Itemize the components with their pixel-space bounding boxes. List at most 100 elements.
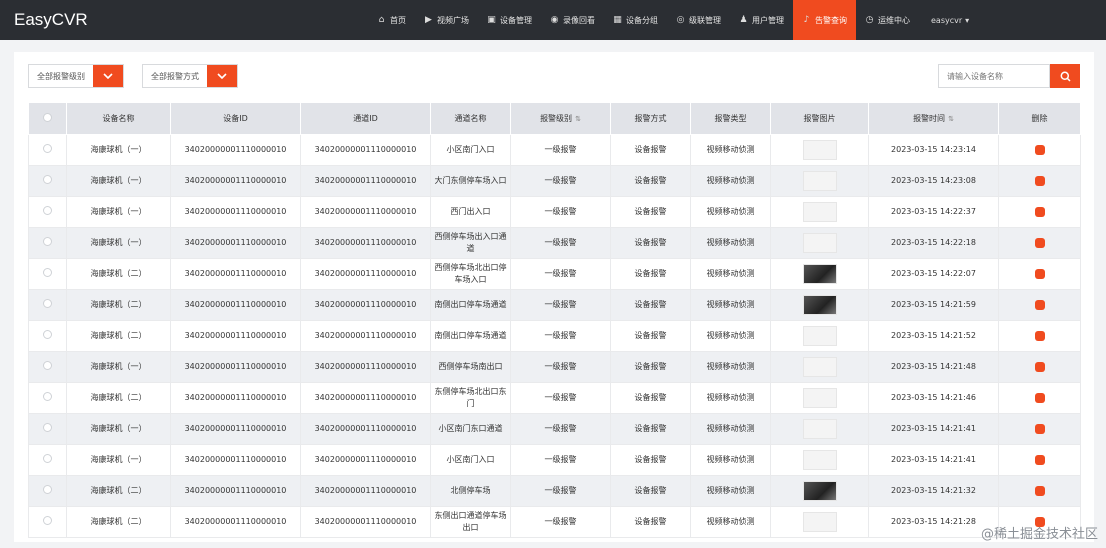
grid-icon: ▦ [613,14,622,25]
nav-item-0[interactable]: ⌂ 首页 [368,0,415,40]
sort-icon[interactable]: ⇅ [575,115,581,123]
table-row[interactable]: 海康球机（一） 34020000001110000010 3402000000111… [28,444,1081,476]
alarm-snapshot[interactable] [802,264,837,284]
filter-bar: 全部报警级别 全部报警方式 [28,64,238,88]
nav-item-7[interactable]: ♪ 告警查询 [793,0,856,40]
app-logo[interactable]: EasyCVR [14,10,354,30]
alarm-snapshot[interactable] [802,357,837,377]
alarm-snapshot[interactable] [802,512,837,532]
row-checkbox[interactable] [43,205,52,215]
row-select-cell [28,475,67,507]
cell-method: 设备报警 [610,444,691,476]
cell-level: 一级报警 [510,444,611,476]
row-checkbox[interactable] [43,360,52,370]
alarm-snapshot[interactable] [802,450,837,470]
select-all-header[interactable] [28,102,67,135]
cell-type: 视频移动侦测 [690,258,771,290]
cell-channel-id: 34020000001110000010 [300,475,431,507]
nav-item-6[interactable]: ♟ 用户管理 [730,0,793,40]
nav-item-5[interactable]: ◎ 级联管理 [667,0,730,40]
alarm-snapshot[interactable] [802,481,837,501]
select-all-checkbox[interactable] [43,113,52,122]
row-checkbox[interactable] [43,329,52,339]
row-checkbox[interactable] [43,391,52,401]
alarm-snapshot[interactable] [802,233,837,253]
column-header-label: 报警时间 [913,114,946,123]
cell-method: 设备报警 [610,413,691,445]
cell-type: 视频移动侦测 [690,444,771,476]
link-icon: ◎ [676,14,685,25]
delete-icon[interactable] [1034,268,1045,279]
alarm-snapshot[interactable] [802,295,837,315]
column-header: 删除 [998,102,1081,135]
delete-icon[interactable] [1034,299,1045,310]
nav-item-8[interactable]: ◷ 运维中心 [856,0,919,40]
row-checkbox[interactable] [43,267,52,277]
row-checkbox[interactable] [43,298,52,308]
cell-channel: 西侧停车场北出口停车场入口 [430,258,511,290]
search-input[interactable] [938,64,1050,88]
alarm-snapshot[interactable] [802,419,837,439]
row-checkbox[interactable] [43,484,52,494]
chevron-down-icon[interactable] [207,65,237,87]
cell-time: 2023-03-15 14:23:08 [868,165,999,197]
alarm-snapshot[interactable] [802,202,837,222]
column-header[interactable]: 报警级别 ⇅ [510,102,611,135]
cell-device-id: 34020000001110000010 [170,320,301,352]
table-row[interactable]: 海康球机（二） 34020000001110000010 3402000000111… [28,320,1081,352]
row-checkbox[interactable] [43,422,52,432]
row-checkbox[interactable] [43,453,52,463]
sort-icon[interactable]: ⇅ [948,115,954,123]
row-checkbox[interactable] [43,515,52,525]
row-checkbox[interactable] [43,143,52,153]
cell-channel: 北侧停车场 [430,475,511,507]
cell-image [770,444,869,476]
nav-item-1[interactable]: ▶ 视频广场 [415,0,478,40]
cell-channel-id: 34020000001110000010 [300,382,431,414]
table-row[interactable]: 海康球机（二） 34020000001110000010 3402000000111… [28,382,1081,414]
table-row[interactable]: 海康球机（一） 34020000001110000010 3402000000111… [28,196,1081,228]
row-select-cell [28,351,67,383]
alarm-snapshot[interactable] [802,140,837,160]
table-row[interactable]: 海康球机（二） 34020000001110000010 3402000000111… [28,258,1081,290]
row-select-cell [28,506,67,538]
alarm-snapshot[interactable] [802,388,837,408]
camera-icon: ◉ [550,14,559,25]
delete-icon[interactable] [1034,361,1045,372]
nav-item-2[interactable]: ▣ 设备管理 [478,0,541,40]
delete-icon[interactable] [1034,330,1045,341]
row-checkbox[interactable] [43,236,52,246]
cell-time: 2023-03-15 14:21:41 [868,444,999,476]
cell-level: 一级报警 [510,289,611,321]
alarm-method-select[interactable]: 全部报警方式 [142,64,238,88]
table-row[interactable]: 海康球机（一） 34020000001110000010 3402000000111… [28,165,1081,197]
alarm-level-select[interactable]: 全部报警级别 [28,64,124,88]
search-button[interactable] [1050,64,1080,88]
delete-icon[interactable] [1034,485,1045,496]
nav-item-3[interactable]: ◉ 录像回看 [541,0,604,40]
delete-icon[interactable] [1034,175,1045,186]
table-row[interactable]: 海康球机（二） 34020000001110000010 3402000000111… [28,475,1081,507]
delete-icon[interactable] [1034,144,1045,155]
table-row[interactable]: 海康球机（二） 34020000001110000010 3402000000111… [28,289,1081,321]
delete-icon[interactable] [1034,423,1045,434]
delete-icon[interactable] [1034,454,1045,465]
cell-device-id: 34020000001110000010 [170,258,301,290]
column-header[interactable]: 报警时间 ⇅ [868,102,999,135]
delete-icon[interactable] [1034,392,1045,403]
delete-icon[interactable] [1034,206,1045,217]
row-checkbox[interactable] [43,174,52,184]
alarm-snapshot[interactable] [802,326,837,346]
alarm-snapshot[interactable] [802,171,837,191]
table-row[interactable]: 海康球机（一） 34020000001110000010 3402000000111… [28,351,1081,383]
table-row[interactable]: 海康球机（二） 34020000001110000010 3402000000111… [28,506,1081,538]
cell-delete [998,475,1081,507]
chevron-down-icon[interactable] [93,65,123,87]
table-row[interactable]: 海康球机（一） 34020000001110000010 3402000000111… [28,134,1081,166]
cell-method: 设备报警 [610,382,691,414]
nav-item-4[interactable]: ▦ 设备分组 [604,0,667,40]
delete-icon[interactable] [1034,237,1045,248]
table-row[interactable]: 海康球机（一） 34020000001110000010 3402000000111… [28,413,1081,445]
table-row[interactable]: 海康球机（一） 34020000001110000010 3402000000111… [28,227,1081,259]
user-menu[interactable]: easycvr ▾ [931,16,969,25]
